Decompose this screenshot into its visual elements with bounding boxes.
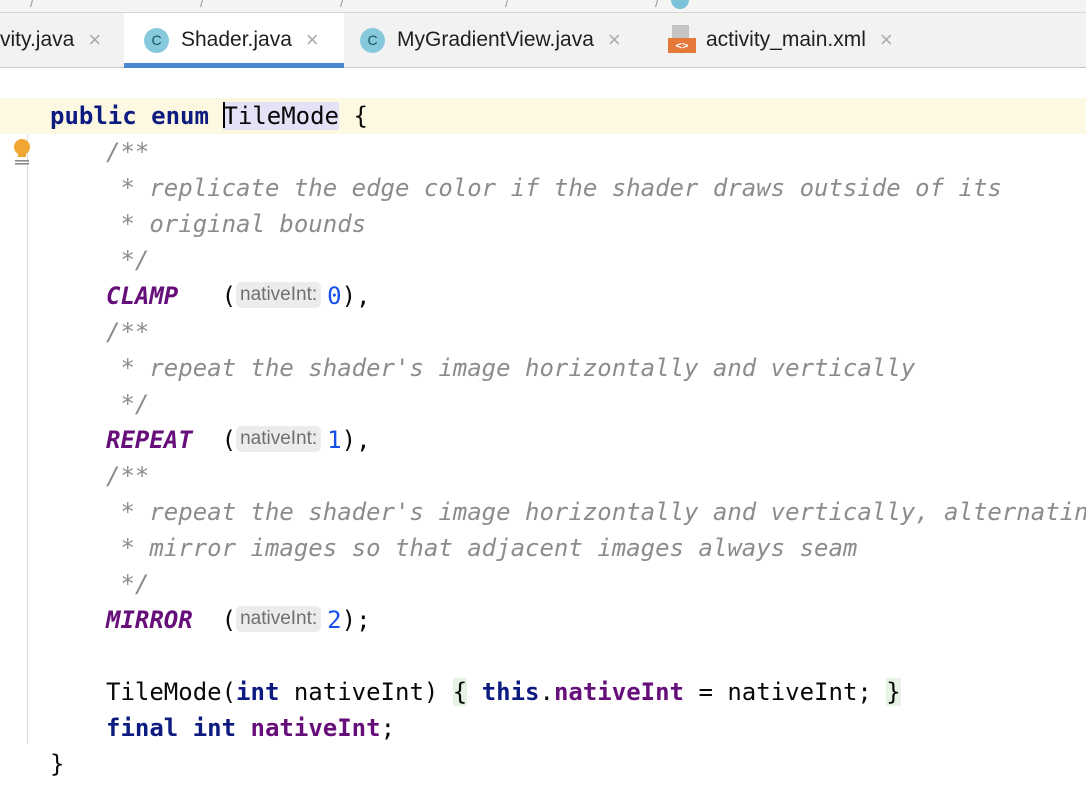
breadcrumb-separator: / <box>30 0 34 10</box>
breadcrumb-separator: / <box>505 0 509 10</box>
editor-tab-bar: vity.java × C Shader.java × C MyGradient… <box>0 13 1086 68</box>
breadcrumb-separator: / <box>340 0 344 10</box>
code-line: */ <box>106 390 150 418</box>
code-line: TileMode(int nativeInt) { this.nativeInt… <box>106 678 901 706</box>
tab-label: Shader.java <box>181 28 292 51</box>
close-icon[interactable]: × <box>608 27 621 53</box>
breadcrumb-separator: / <box>655 0 659 10</box>
enum-constant: REPEAT <box>106 426 193 454</box>
code-line: * repeat the shader's image horizontally… <box>106 498 1086 526</box>
xml-file-icon: <> <box>668 25 696 55</box>
java-class-icon: C <box>144 27 169 53</box>
breadcrumb: / / / / / <box>0 0 1086 13</box>
breadcrumb-class-icon[interactable] <box>671 0 689 9</box>
code-line: MIRROR (nativeInt: 2); <box>106 606 371 634</box>
code-line: * mirror images so that adjacent images … <box>106 534 858 562</box>
close-icon[interactable]: × <box>306 27 319 53</box>
enum-constant: CLAMP <box>106 282 179 310</box>
code-line: * original bounds <box>106 210 367 238</box>
tab-label: vity.java <box>0 28 75 51</box>
code-line: final int nativeInt; <box>106 714 396 742</box>
code-line: REPEAT (nativeInt: 1), <box>106 426 371 454</box>
tab-activity-java[interactable]: vity.java × <box>0 13 124 67</box>
lightbulb-icon[interactable] <box>11 138 33 166</box>
parameter-hint: nativeInt: <box>236 426 322 452</box>
tab-mygradientview-java[interactable]: C MyGradientView.java × <box>360 13 650 67</box>
close-icon[interactable]: × <box>880 27 893 53</box>
code-line: } <box>50 750 65 778</box>
code-line: * replicate the edge color if the shader… <box>106 174 1002 202</box>
fold-guide <box>27 134 28 744</box>
java-class-icon: C <box>360 27 385 53</box>
code-editor[interactable]: public enum TileMode { /** * replicate t… <box>0 68 1086 800</box>
code-line: CLAMP (nativeInt: 0), <box>106 282 371 310</box>
code-line: * repeat the shader's image horizontally… <box>106 354 916 382</box>
parameter-hint: nativeInt: <box>236 606 322 632</box>
selected-identifier: TileMode <box>223 102 339 130</box>
code-line: public enum TileMode { <box>50 102 368 130</box>
enum-constant: MIRROR <box>106 606 193 634</box>
code-line: /** <box>106 462 150 490</box>
text-caret <box>223 102 226 128</box>
code-line: /** <box>106 318 150 346</box>
close-icon[interactable]: × <box>88 27 101 53</box>
code-line: */ <box>106 570 150 598</box>
breadcrumb-separator: / <box>200 0 204 10</box>
tab-label: activity_main.xml <box>706 28 866 51</box>
code-line: */ <box>106 246 150 274</box>
code-line: /** <box>106 138 150 166</box>
tab-activity-main-xml[interactable]: <> activity_main.xml × <box>668 13 918 67</box>
tab-shader-java[interactable]: C Shader.java × <box>124 13 344 68</box>
parameter-hint: nativeInt: <box>236 282 322 308</box>
tab-label: MyGradientView.java <box>397 28 594 51</box>
